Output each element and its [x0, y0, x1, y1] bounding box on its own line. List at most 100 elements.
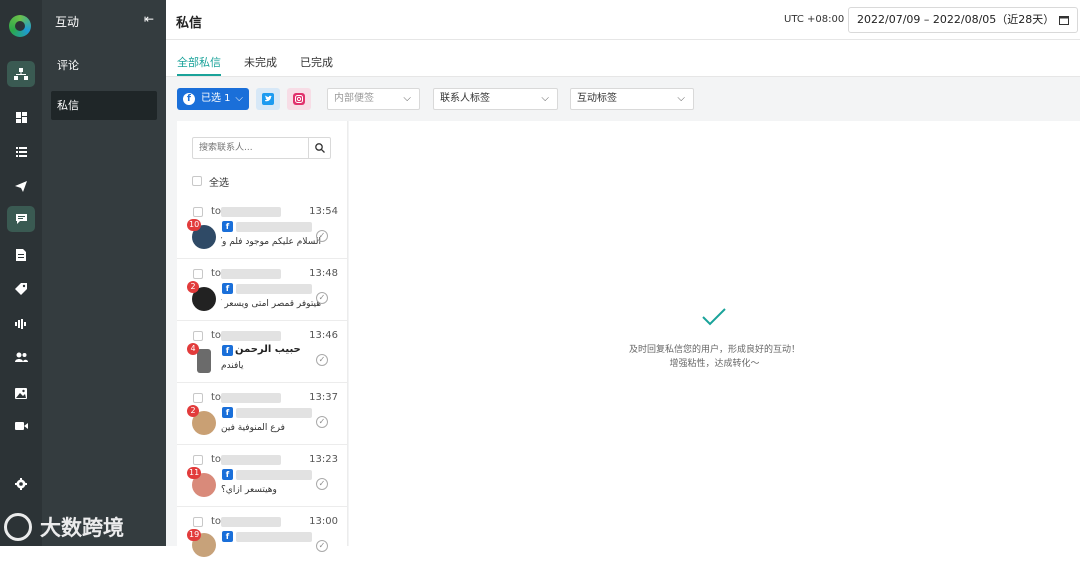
blurred-recipient — [221, 455, 281, 465]
search-button[interactable] — [308, 138, 330, 158]
conversation-list: 全选 to 13:54 10 f السلام عليكم موجود فلم … — [177, 121, 348, 557]
watermark-circle-icon — [4, 513, 32, 541]
blurred-contact-name — [236, 470, 312, 480]
chevron-down-icon: ⌵ — [541, 93, 549, 104]
send-icon[interactable] — [7, 173, 35, 199]
list-icon[interactable] — [7, 139, 35, 165]
list-item[interactable]: to 13:00 19 f ✓ — [177, 507, 348, 569]
unread-badge: 2 — [187, 405, 199, 417]
blurred-contact-name — [236, 284, 312, 294]
tab-incomplete[interactable]: 未完成 — [244, 54, 277, 70]
list-item[interactable]: to 13:54 10 f السلام عليكم موجود فلم وكي… — [177, 197, 348, 259]
row-checkbox[interactable] — [193, 393, 203, 403]
message-preview: السلام عليكم موجود فلم وكيبو — [221, 237, 321, 247]
facebook-icon: f — [222, 531, 233, 542]
tab-all-messages[interactable]: 全部私信 — [177, 54, 221, 76]
app-logo — [9, 15, 31, 37]
recipient-prefix: to — [211, 206, 222, 217]
users-icon[interactable] — [7, 344, 35, 370]
page-title: 私信 — [176, 16, 203, 31]
twitter-filter-button[interactable] — [256, 88, 280, 110]
unread-badge: 19 — [187, 529, 202, 541]
checkmark-icon — [702, 308, 726, 326]
contact-search — [192, 137, 331, 159]
interaction-tag-select[interactable]: 互动标签 ⌵ — [570, 88, 694, 110]
blurred-recipient — [221, 269, 281, 279]
select-all[interactable]: 全选 — [192, 176, 229, 189]
list-item[interactable]: to 13:48 2 f هيتوفر قمصر امتى ويسعر كام … — [177, 259, 348, 321]
recipient-prefix: to — [211, 516, 222, 527]
document-icon[interactable] — [7, 242, 35, 268]
main-area: 私信 UTC +08:00 2022/07/09 – 2022/08/05（近2… — [166, 0, 1080, 557]
tag-icon[interactable] — [7, 276, 35, 302]
blurred-recipient — [221, 517, 281, 527]
blurred-contact-name — [236, 222, 312, 232]
row-checkbox[interactable] — [193, 207, 203, 217]
chevron-down-icon: ⌵ — [235, 93, 243, 104]
twitter-icon — [262, 93, 274, 105]
facebook-icon: f — [183, 93, 195, 105]
list-item[interactable]: to 13:46 4 f حبيب الرحمن يافندم ✓ — [177, 321, 348, 383]
chevron-down-icon: ⌵ — [403, 93, 411, 104]
mark-done-icon[interactable]: ✓ — [316, 292, 328, 304]
chevron-down-icon: ⌵ — [677, 93, 685, 104]
message-time: 13:48 — [309, 268, 338, 279]
empty-state-line1: 及时回复私信您的用户，形成良好的互动！ — [628, 345, 800, 355]
date-range-value: 2022/07/09 – 2022/08/05（近28天） — [857, 13, 1055, 26]
page-header: 私信 UTC +08:00 2022/07/09 – 2022/08/05（近2… — [166, 0, 1080, 40]
audio-bars-icon[interactable] — [7, 311, 35, 337]
select-all-label: 全选 — [209, 178, 229, 189]
mark-done-icon[interactable]: ✓ — [316, 540, 328, 552]
message-time: 13:37 — [309, 392, 338, 403]
mark-done-icon[interactable]: ✓ — [316, 354, 328, 366]
calendar-icon — [1059, 8, 1069, 34]
message-preview: وهيتسعر ازاي؟ — [221, 485, 277, 495]
instagram-icon — [293, 93, 305, 105]
unread-badge: 11 — [187, 467, 202, 479]
message-time: 13:00 — [309, 516, 338, 527]
blurred-recipient — [221, 393, 281, 403]
mark-done-icon[interactable]: ✓ — [316, 416, 328, 428]
message-preview: هيتوفر قمصر امتى ويسعر كام — [221, 299, 321, 309]
select-all-checkbox[interactable] — [192, 176, 202, 186]
sidebar-title: 互动 — [55, 15, 80, 29]
blurred-recipient — [221, 331, 281, 341]
selected-count-label: 已选 1 — [201, 93, 231, 104]
facebook-icon: f — [222, 407, 233, 418]
video-icon[interactable] — [7, 413, 35, 439]
internal-note-placeholder: 内部便签 — [334, 93, 374, 104]
message-time: 13:54 — [309, 206, 338, 217]
mark-done-icon[interactable]: ✓ — [316, 230, 328, 242]
tab-completed[interactable]: 已完成 — [300, 54, 333, 70]
facebook-icon: f — [222, 221, 233, 232]
facebook-icon: f — [222, 345, 233, 356]
date-range-picker[interactable]: 2022/07/09 – 2022/08/05（近28天） — [848, 7, 1078, 33]
instagram-filter-button[interactable] — [287, 88, 311, 110]
blurred-recipient — [221, 207, 281, 217]
message-icon[interactable] — [7, 206, 35, 232]
row-checkbox[interactable] — [193, 331, 203, 341]
list-item[interactable]: to 13:37 2 f فرع المنوفية فين ✓ — [177, 383, 348, 445]
collapse-left-icon[interactable]: ⇤ — [144, 12, 154, 26]
dashboard-icon[interactable] — [7, 104, 35, 130]
mark-done-icon[interactable]: ✓ — [316, 478, 328, 490]
settings-icon[interactable] — [7, 471, 35, 497]
internal-note-select[interactable]: 内部便签 ⌵ — [327, 88, 420, 110]
org-chart-icon[interactable] — [7, 61, 35, 87]
secondary-sidebar: 互动 ⇤ 评论 私信 — [42, 0, 166, 546]
list-item[interactable]: to 13:23 11 f وهيتسعر ازاي؟ ✓ — [177, 445, 348, 507]
contact-tag-select[interactable]: 联系人标签 ⌵ — [433, 88, 558, 110]
blurred-contact-name — [236, 532, 312, 542]
channel-select-button[interactable]: f 已选 1 ⌵ — [177, 88, 249, 110]
message-time: 13:46 — [309, 330, 338, 341]
row-checkbox[interactable] — [193, 455, 203, 465]
message-time: 13:23 — [309, 454, 338, 465]
sidebar-item-comments[interactable]: 评论 — [51, 51, 157, 80]
recipient-prefix: to — [211, 330, 222, 341]
sidebar-item-messages[interactable]: 私信 — [51, 91, 157, 120]
empty-state-line2: 增强粘性，达成转化～ — [669, 359, 760, 369]
row-checkbox[interactable] — [193, 269, 203, 279]
row-checkbox[interactable] — [193, 517, 203, 527]
image-icon[interactable] — [7, 380, 35, 406]
search-input[interactable] — [193, 138, 308, 158]
